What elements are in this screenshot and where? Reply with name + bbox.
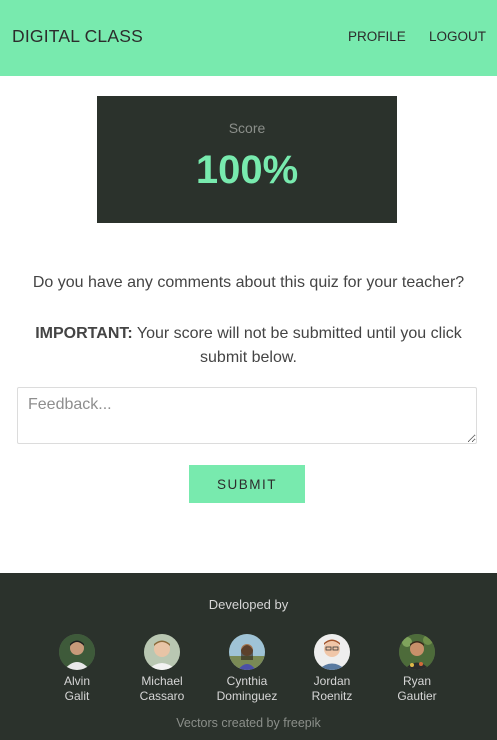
feedback-question: Do you have any comments about this quiz… <box>32 274 465 291</box>
feedback-textarea[interactable] <box>17 387 477 444</box>
developer-last-name: Cassaro <box>139 689 185 703</box>
brand-title[interactable]: DIGITAL CLASS <box>12 26 143 47</box>
developer-last-name: Roenitz <box>311 689 353 703</box>
vector-credit[interactable]: Vectors created by freepik <box>0 716 497 730</box>
nav-logout-link[interactable]: LOGOUT <box>429 29 486 44</box>
submit-button[interactable]: SUBMIT <box>189 465 305 503</box>
footer: Developed by Alvin Galit Michael Cassaro… <box>0 573 497 740</box>
developer-name: Alvin Galit <box>37 674 117 704</box>
score-label: Score <box>228 120 266 136</box>
score-value: 100% <box>195 148 299 192</box>
developer-name: Michael Cassaro <box>122 674 202 704</box>
score-card: Score 100% <box>97 96 397 223</box>
developer-avatar <box>229 634 265 670</box>
developer-first-name: Michael <box>141 674 183 688</box>
developer-first-name: Jordan <box>313 674 351 688</box>
developer-avatar <box>399 634 435 670</box>
developer-first-name: Alvin <box>63 674 90 688</box>
developed-by-label: Developed by <box>208 597 289 612</box>
developer-last-name: Gautier <box>397 689 437 703</box>
important-prefix: IMPORTANT: <box>35 325 133 342</box>
important-notice: IMPORTANT: Your score will not be submit… <box>30 322 467 370</box>
developer-card: Cynthia Dominguez <box>207 634 287 704</box>
developer-card: Jordan Roenitz <box>292 634 372 704</box>
developer-name: Jordan Roenitz <box>292 674 372 704</box>
developer-first-name: Ryan <box>402 674 431 688</box>
developer-last-name: Galit <box>64 689 90 703</box>
top-navbar: DIGITAL CLASS PROFILE LOGOUT <box>0 0 497 76</box>
developer-card: Michael Cassaro <box>122 634 202 704</box>
developer-card: Ryan Gautier <box>377 634 457 704</box>
developer-avatar <box>59 634 95 670</box>
developer-last-name: Dominguez <box>216 689 278 703</box>
developer-card: Alvin Galit <box>37 634 117 704</box>
developer-name: Ryan Gautier <box>377 674 457 704</box>
developer-avatar <box>314 634 350 670</box>
developer-first-name: Cynthia <box>226 674 268 688</box>
important-text: Your score will not be submitted until y… <box>136 325 462 366</box>
developer-avatar <box>144 634 180 670</box>
developer-name: Cynthia Dominguez <box>207 674 287 704</box>
nav-profile-link[interactable]: PROFILE <box>348 29 406 44</box>
